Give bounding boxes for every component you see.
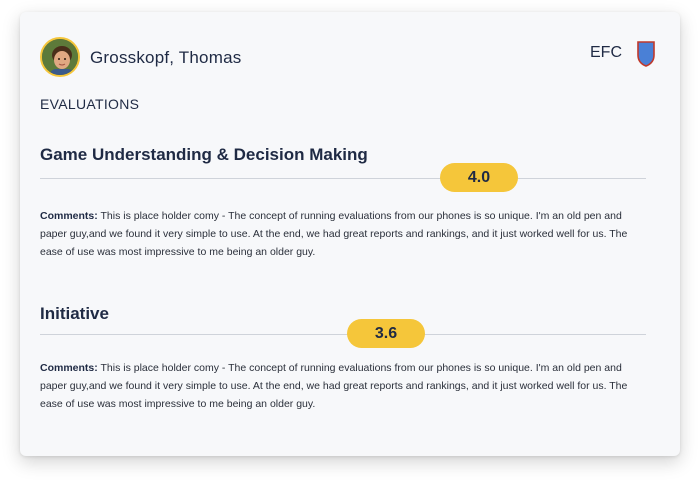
score-badge: 4.0 (440, 163, 518, 192)
section-heading: EVALUATIONS (40, 96, 140, 112)
player-header: Grosskopf, Thomas EFC (40, 37, 660, 79)
evaluation-card: Grosskopf, Thomas EFC EVALUATIONS Game U… (20, 12, 680, 456)
player-name: Grosskopf, Thomas (90, 48, 242, 67)
score-track (40, 178, 646, 179)
score-badge: 3.6 (347, 319, 425, 348)
evaluation-title: Initiative (40, 304, 109, 323)
comment-text: This is place holder comy - The concept … (40, 362, 628, 410)
comment-label: Comments: (40, 210, 98, 222)
evaluation-comment: Comments: This is place holder comy - Th… (40, 359, 640, 413)
score-track (40, 334, 646, 335)
evaluation-comment: Comments: This is place holder comy - Th… (40, 207, 640, 261)
team-code: EFC (590, 44, 622, 61)
player-avatar (40, 37, 80, 77)
team-crest-icon (637, 41, 655, 67)
comment-label: Comments: (40, 362, 98, 374)
comment-text: This is place holder comy - The concept … (40, 210, 628, 258)
evaluation-title: Game Understanding & Decision Making (40, 145, 368, 164)
